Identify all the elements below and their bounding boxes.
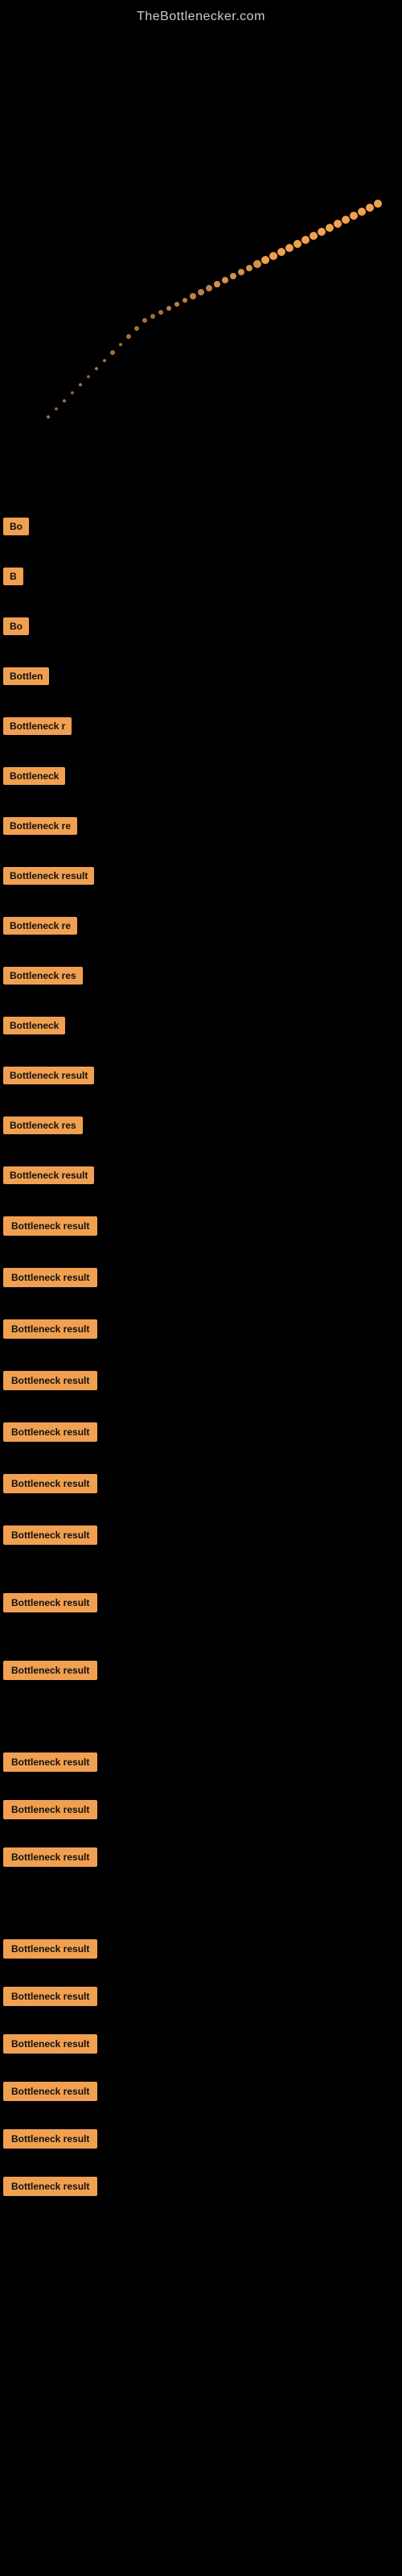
- bottleneck-label-17: Bottleneck result: [3, 1216, 97, 1236]
- bar-item-11: Bottleneck re: [0, 913, 402, 939]
- bar-item-33: Bottleneck result: [0, 2125, 402, 2153]
- bottleneck-label-30: Bottleneck result: [3, 1987, 97, 2006]
- bar-item-18: Bottleneck result: [0, 1264, 402, 1291]
- bottleneck-label-7: Bottleneck r: [3, 717, 72, 735]
- bar-item-14: Bottleneck result: [0, 1063, 402, 1088]
- bar-item-34: Bottleneck result: [0, 2173, 402, 2200]
- bottleneck-label-8: Bottleneck: [3, 767, 65, 785]
- bar-item-17: Bottleneck result: [0, 1212, 402, 1240]
- bar-item-4: B: [0, 564, 402, 589]
- bottleneck-label-18: Bottleneck result: [3, 1268, 97, 1287]
- bottleneck-label-15: Bottleneck res: [3, 1117, 83, 1134]
- bottleneck-label-21: Bottleneck result: [3, 1422, 97, 1442]
- bottleneck-label-32: Bottleneck result: [3, 2082, 97, 2101]
- bottleneck-label-3: Bo: [3, 518, 29, 535]
- bar-item-12: Bottleneck res: [0, 963, 402, 989]
- bottleneck-label-22: Bottleneck result: [3, 1474, 97, 1493]
- bar-item-13: Bottleneck: [0, 1013, 402, 1038]
- bottleneck-label-34: Bottleneck result: [3, 2177, 97, 2196]
- bottleneck-label-9: Bottleneck re: [3, 817, 77, 835]
- bar-item-8: Bottleneck: [0, 763, 402, 789]
- bottleneck-label-14: Bottleneck result: [3, 1067, 94, 1084]
- bottleneck-label-28: Bottleneck result: [3, 1847, 97, 1867]
- bottleneck-label-4: B: [3, 568, 23, 585]
- bottleneck-label-25: Bottleneck result: [3, 1661, 97, 1680]
- bottleneck-label-19: Bottleneck result: [3, 1319, 97, 1339]
- site-title: TheBottlenecker.com: [0, 0, 402, 31]
- bar-item-23: Bottleneck result: [0, 1521, 402, 1549]
- bar-item-31: Bottleneck result: [0, 2030, 402, 2058]
- bottleneck-label-33: Bottleneck result: [3, 2129, 97, 2149]
- bar-item-30: Bottleneck result: [0, 1983, 402, 2010]
- bottleneck-label-16: Bottleneck result: [3, 1166, 94, 1184]
- bottleneck-label-5: Bo: [3, 617, 29, 635]
- bottleneck-label-24: Bottleneck result: [3, 1593, 97, 1612]
- site-title-container: TheBottlenecker.com: [0, 0, 402, 31]
- bottleneck-label-6: Bottlen: [3, 667, 49, 685]
- bar-item-28: Bottleneck result: [0, 1843, 402, 1871]
- bottleneck-label-31: Bottleneck result: [3, 2034, 97, 2054]
- bar-item-29: Bottleneck result: [0, 1935, 402, 1963]
- bar-item-27: Bottleneck result: [0, 1796, 402, 1823]
- bottleneck-label-23: Bottleneck result: [3, 1525, 97, 1545]
- bottleneck-label-13: Bottleneck: [3, 1017, 65, 1034]
- bar-item-9: Bottleneck re: [0, 813, 402, 839]
- bar-item-19: Bottleneck result: [0, 1315, 402, 1343]
- bar-item-20: Bottleneck result: [0, 1367, 402, 1394]
- bottleneck-label-12: Bottleneck res: [3, 967, 83, 985]
- bottleneck-label-29: Bottleneck result: [3, 1939, 97, 1959]
- bar-item-empty-1: [0, 449, 402, 481]
- bottleneck-label-27: Bottleneck result: [3, 1800, 97, 1819]
- bottleneck-label-10: Bottleneck result: [3, 867, 94, 885]
- bar-item-empty-2: [0, 481, 402, 514]
- bar-item-22: Bottleneck result: [0, 1470, 402, 1497]
- bar-item-10: Bottleneck result: [0, 863, 402, 889]
- bars-section: Bo B Bo Bottlen Bottleneck r Bottleneck …: [0, 449, 402, 2208]
- bar-item-3: Bo: [0, 514, 402, 539]
- bottleneck-label-26: Bottleneck result: [3, 1752, 97, 1772]
- bottleneck-label-20: Bottleneck result: [3, 1371, 97, 1390]
- bar-item-26: Bottleneck result: [0, 1748, 402, 1776]
- bar-item-16: Bottleneck result: [0, 1162, 402, 1188]
- bar-item-24: Bottleneck result: [0, 1589, 402, 1616]
- bar-item-32: Bottleneck result: [0, 2078, 402, 2105]
- bar-item-5: Bo: [0, 613, 402, 639]
- bottleneck-label-11: Bottleneck re: [3, 917, 77, 935]
- bar-item-7: Bottleneck r: [0, 713, 402, 739]
- bar-item-15: Bottleneck res: [0, 1113, 402, 1138]
- chart-area: [0, 31, 402, 449]
- bar-item-25: Bottleneck result: [0, 1657, 402, 1684]
- bar-item-6: Bottlen: [0, 663, 402, 689]
- bar-item-21: Bottleneck result: [0, 1418, 402, 1446]
